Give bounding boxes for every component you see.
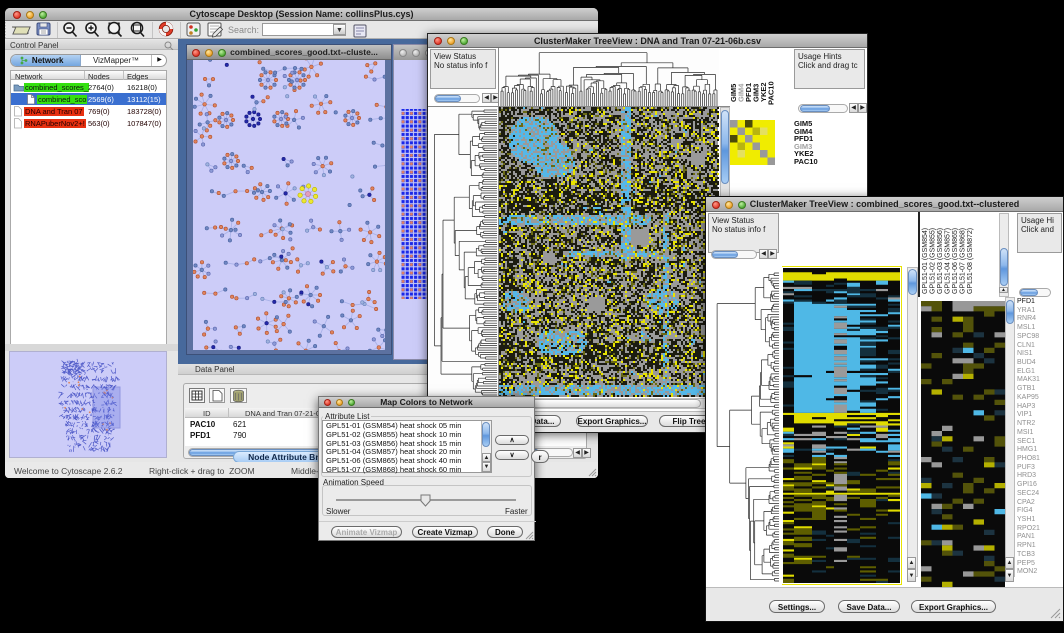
svg-text:GPL51-03 (GSM856): GPL51-03 (GSM856) <box>937 228 944 294</box>
svg-text:GPL51-08 (GSM872): GPL51-08 (GSM872) <box>967 228 974 294</box>
svg-text:GPL51-04 (GSM857): GPL51-04 (GSM857) <box>945 228 952 294</box>
svg-text:GPL51-06 (GSM865): GPL51-06 (GSM865) <box>952 228 959 294</box>
svg-text:PAC10: PAC10 <box>767 81 776 105</box>
svg-text:GPL51-07 (GSM868): GPL51-07 (GSM868) <box>960 228 967 294</box>
svg-text:GPL51-02 (GSM855): GPL51-02 (GSM855) <box>930 228 937 294</box>
svg-text:GPL51-01 (GSM854): GPL51-01 (GSM854) <box>922 228 929 294</box>
